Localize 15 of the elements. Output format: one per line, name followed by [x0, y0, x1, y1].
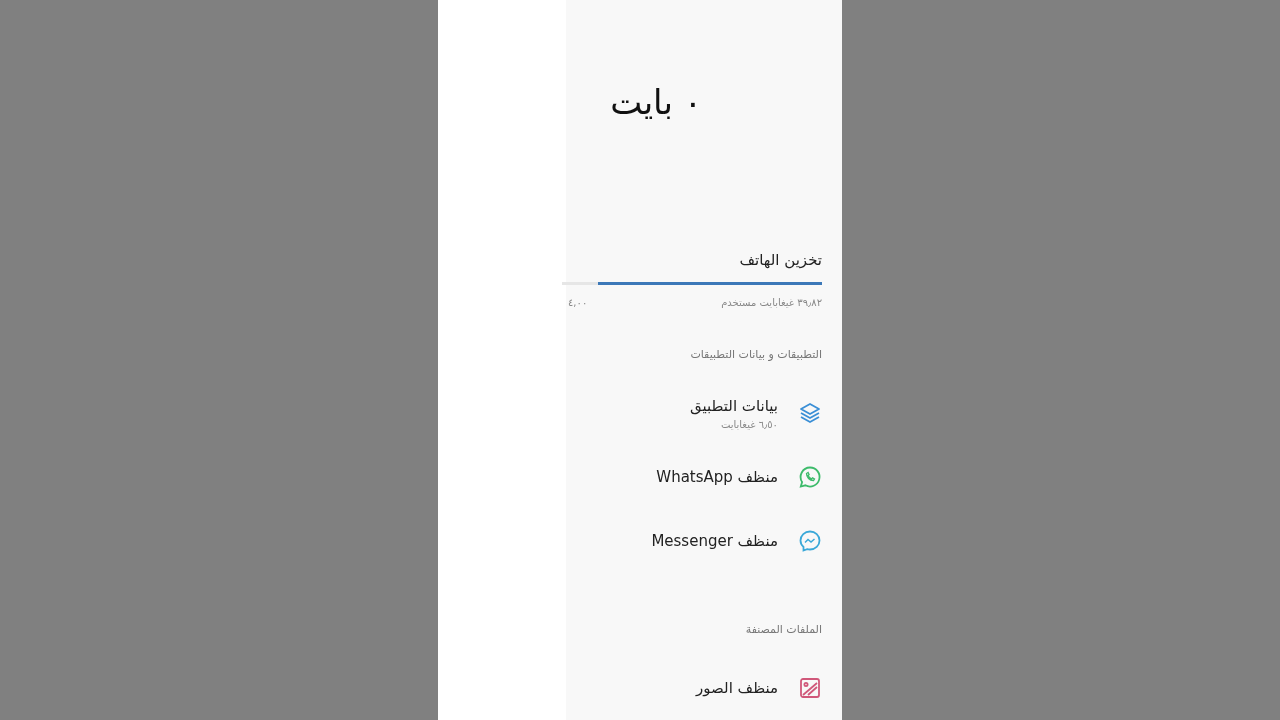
- list-item-title[interactable]: منظف الصور: [696, 679, 778, 697]
- list-item-title[interactable]: بيانات التطبيق: [689, 396, 778, 415]
- section-heading: الملفات المصنفة: [745, 623, 822, 636]
- size-readout: ٠ بايت: [610, 82, 702, 122]
- chat-phone-icon: [798, 465, 822, 489]
- storage-title: تخزين الهاتف: [739, 251, 822, 269]
- list-item-size: ٦٫٥٠ غيغابايت: [720, 418, 778, 430]
- list-item-title[interactable]: منظف WhatsApp: [656, 468, 778, 486]
- list-item-title[interactable]: منظف Messenger: [651, 532, 778, 550]
- image-icon: [798, 676, 822, 700]
- chat-bubble-icon: [798, 529, 822, 553]
- section-heading: التطبيقات و بيانات التطبيقات: [690, 348, 822, 361]
- total-storage: ٤,٠٠: [568, 297, 588, 308]
- used-storage: ٣٩٫٨٢ غيغابايت مستخدم: [721, 297, 822, 308]
- layers-icon: [798, 401, 822, 425]
